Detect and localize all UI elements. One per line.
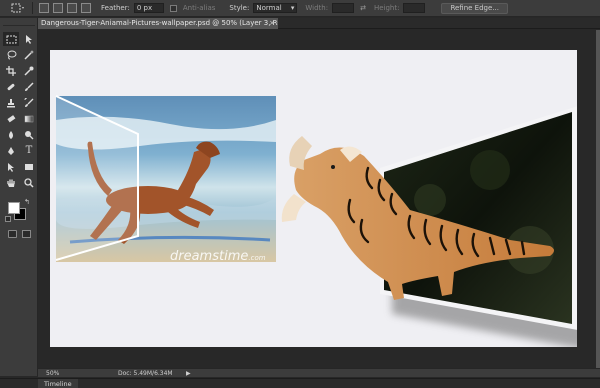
screen-mode-icon[interactable]: [22, 230, 31, 238]
rect-marquee-tool[interactable]: [3, 32, 19, 46]
type-tool[interactable]: T: [21, 144, 37, 158]
pen-tool[interactable]: [3, 144, 19, 158]
eraser-icon: [7, 115, 16, 123]
options-bar: Feather: 0 px Anti-alias Style: Normal ▾…: [0, 0, 600, 17]
watermark-text: dreamstime: [170, 249, 248, 264]
close-icon[interactable]: ×: [269, 18, 275, 29]
composite-artwork: dreamstime.com: [55, 95, 577, 347]
refine-edge-button[interactable]: Refine Edge...: [441, 2, 508, 14]
dodge-icon: [25, 131, 34, 140]
blur-tool[interactable]: [3, 128, 19, 142]
dodge-tool[interactable]: [21, 128, 37, 142]
antialias-checkbox[interactable]: [169, 4, 177, 12]
magic-wand-tool[interactable]: [21, 48, 37, 62]
healing-brush-tool[interactable]: [3, 80, 19, 94]
canvas-area[interactable]: dreamstime.com: [38, 30, 600, 368]
document-info: Doc: 5.49M/6.34M: [118, 370, 173, 377]
intersect-selection-button[interactable]: [81, 3, 91, 13]
hand-icon: [7, 179, 15, 187]
watermark-suffix: .com: [248, 254, 265, 262]
scrollbar-thumb[interactable]: [596, 30, 600, 368]
height-label: Height:: [373, 4, 400, 12]
gradient-tool[interactable]: [21, 112, 37, 126]
rectangle-shape-tool[interactable]: [21, 160, 37, 174]
eyedropper-tool[interactable]: [21, 64, 37, 78]
height-input[interactable]: [403, 3, 426, 13]
subtract-selection-button[interactable]: [67, 3, 77, 13]
vertical-scrollbar[interactable]: [596, 30, 600, 368]
rectangle-shape-icon: [25, 164, 33, 170]
feather-input[interactable]: 0 px: [133, 3, 164, 13]
document-tab[interactable]: Dangerous-Tiger-Aniamal-Pictures-wallpap…: [38, 18, 278, 29]
crop-icon: [6, 66, 16, 76]
timeline-panel: Timeline: [0, 378, 600, 388]
zoom-icon: [24, 178, 34, 188]
crop-tool[interactable]: [3, 64, 19, 78]
toolbox-grip[interactable]: [3, 20, 35, 26]
swap-colors-icon[interactable]: ↰: [24, 198, 30, 206]
eyedropper-icon: [24, 66, 34, 76]
quick-mask-icon[interactable]: [8, 230, 17, 238]
rect-marquee-icon: [6, 35, 16, 43]
separator: [32, 2, 33, 14]
eraser-tool[interactable]: [3, 112, 19, 126]
move-tool[interactable]: [21, 32, 37, 46]
history-brush-tool[interactable]: [21, 96, 37, 110]
path-selection-tool[interactable]: [3, 160, 19, 174]
hand-tool[interactable]: [3, 176, 19, 190]
tool-grid: T: [3, 32, 37, 190]
feather-label: Feather:: [101, 4, 130, 12]
brush-icon: [25, 82, 34, 91]
document-tab-bar: Dangerous-Tiger-Aniamal-Pictures-wallpap…: [38, 18, 600, 29]
status-bar: 50% Doc: 5.49M/6.34M ▶: [38, 368, 600, 377]
document-tab-title: Dangerous-Tiger-Aniamal-Pictures-wallpap…: [41, 19, 278, 27]
width-label: Width:: [305, 4, 329, 12]
move-icon: [26, 35, 32, 44]
lasso-icon: [7, 50, 16, 60]
pen-icon: [8, 147, 14, 155]
lasso-tool[interactable]: [3, 48, 19, 62]
foreground-color-swatch[interactable]: [8, 202, 20, 214]
tool-preset-picker[interactable]: [10, 2, 26, 14]
add-selection-button[interactable]: [53, 3, 63, 13]
document-canvas[interactable]: dreamstime.com: [50, 50, 577, 347]
width-input[interactable]: [332, 3, 355, 13]
clone-stamp-icon: [7, 99, 15, 108]
blur-icon: [9, 131, 13, 139]
gradient-icon: [24, 115, 34, 123]
default-colors-icon[interactable]: [5, 216, 11, 222]
new-selection-button[interactable]: [39, 3, 49, 13]
magic-wand-icon: [24, 50, 34, 60]
zoom-tool[interactable]: [21, 176, 37, 190]
history-brush-icon: [24, 98, 34, 107]
style-select[interactable]: Normal ▾: [253, 3, 298, 13]
status-menu-arrow-icon[interactable]: ▶: [186, 369, 191, 378]
path-selection-icon: [8, 163, 14, 172]
toolbox: T ↰: [0, 18, 38, 376]
zoom-level[interactable]: 50%: [46, 369, 59, 378]
clone-stamp-tool[interactable]: [3, 96, 19, 110]
antialias-label: Anti-alias: [182, 4, 216, 12]
rect-marquee-icon: [11, 3, 24, 13]
swap-dimensions-icon[interactable]: ⇄: [360, 4, 366, 12]
style-select-value: Normal: [256, 4, 282, 12]
brush-tool[interactable]: [21, 80, 37, 94]
chevron-down-icon: ▾: [290, 4, 295, 12]
healing-brush-icon: [7, 83, 15, 91]
timeline-tab[interactable]: Timeline: [38, 379, 78, 388]
style-label: Style:: [229, 4, 250, 12]
